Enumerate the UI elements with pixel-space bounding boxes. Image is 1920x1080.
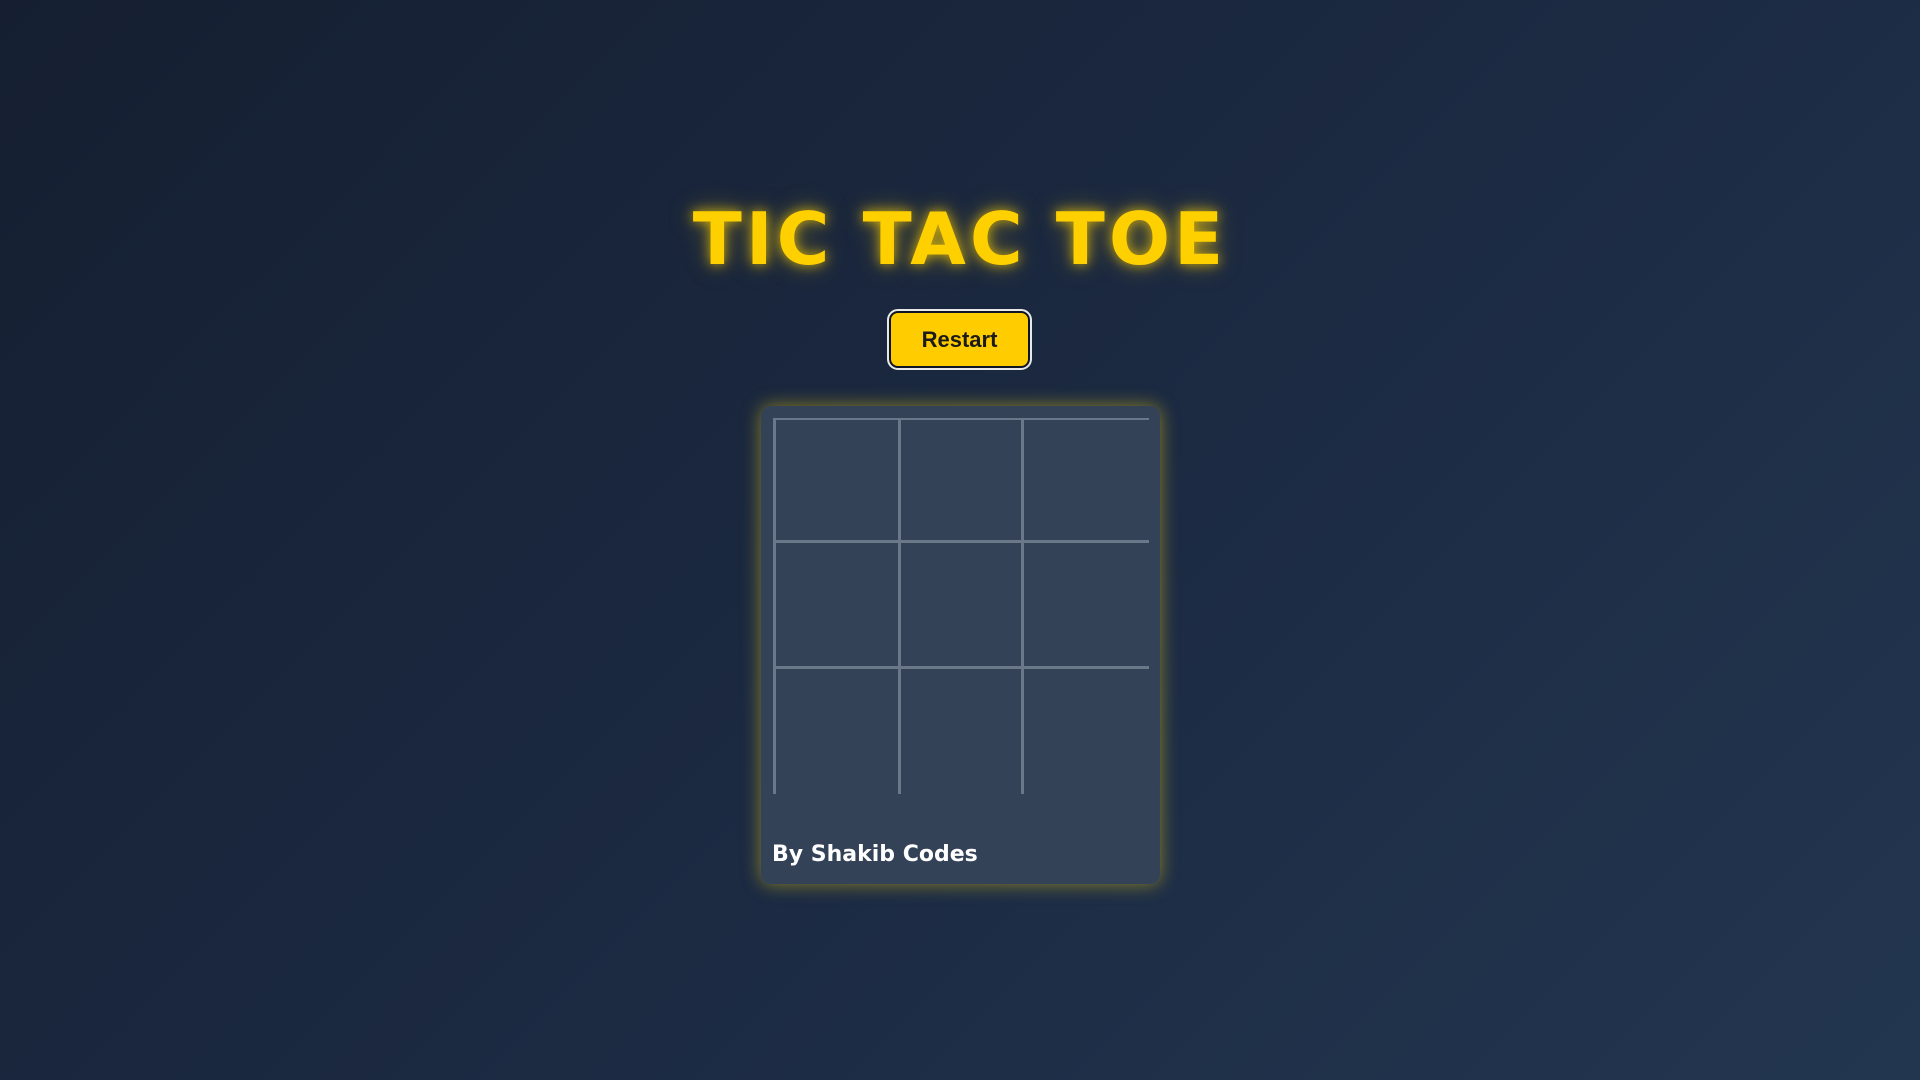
board-cell-8[interactable] [898,668,1024,794]
board-cell-7[interactable] [773,668,899,794]
board-cell-9[interactable] [1023,668,1149,794]
game-board [773,418,1149,794]
board-cell-4[interactable] [773,543,899,669]
board-cell-1[interactable] [773,418,899,544]
author-credit: By Shakib Codes [772,842,978,867]
board-cell-5[interactable] [898,543,1024,669]
game-title: TIC TAC TOE [692,197,1228,281]
board-cell-2[interactable] [898,418,1024,544]
game-panel: By Shakib Codes [761,406,1160,884]
board-cell-6[interactable] [1023,543,1149,669]
board-cell-3[interactable] [1023,418,1149,544]
restart-button[interactable]: Restart [887,309,1032,370]
